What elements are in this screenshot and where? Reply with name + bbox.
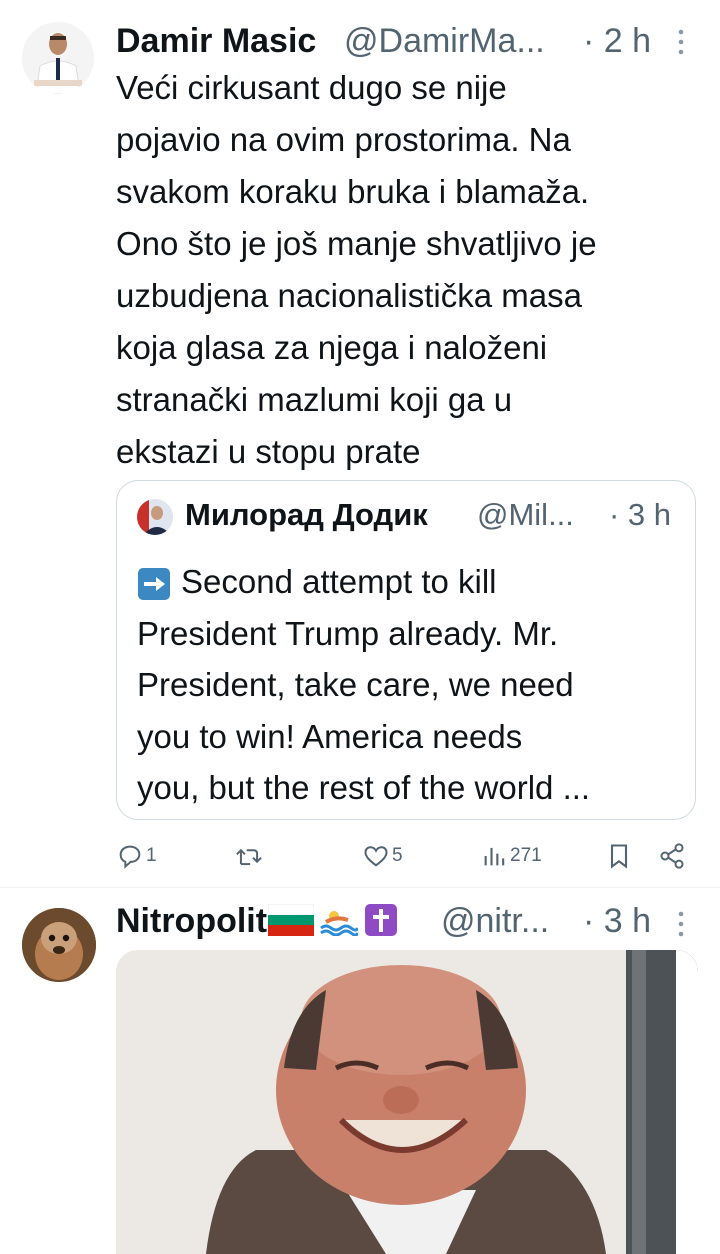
swimmer-icon	[320, 904, 360, 937]
tweet-text: Veći cirkusant dugo se nije pojavio na o…	[116, 62, 706, 478]
more-icon[interactable]	[676, 910, 686, 945]
avatar-dodik	[137, 499, 173, 535]
avatar-damir[interactable]	[22, 22, 94, 94]
author-handle[interactable]: @DamirMa...	[344, 22, 545, 61]
quote-author-name: Милорад Додик	[185, 497, 428, 532]
tweet-actions: 1 5 271	[116, 836, 696, 876]
bulgaria-flag-icon	[267, 903, 315, 937]
quote-text-line: President, take care, we need	[137, 666, 574, 703]
bookmark-button[interactable]	[606, 836, 632, 876]
tweet-text-line: pojavio na ovim prostorima. Na	[116, 121, 571, 158]
tweet-time[interactable]: · 2 h	[583, 22, 651, 61]
views-icon	[482, 842, 508, 870]
retweet-button[interactable]	[234, 836, 264, 876]
quoted-tweet[interactable]: Милорад Додик @Mil... · 3 h Second attem…	[116, 480, 696, 820]
retweet-icon	[234, 842, 264, 870]
tweet-time[interactable]: · 3 h	[583, 902, 651, 941]
author-name[interactable]: Damir Masic	[116, 22, 316, 61]
tweet-text-line: Ono što je još manje shvatljivo je	[116, 225, 597, 262]
bookmark-icon	[606, 842, 632, 870]
heart-icon	[362, 842, 390, 870]
avatar-nitropolit[interactable]	[22, 908, 96, 982]
arrow-right-emoji-icon	[137, 564, 171, 601]
like-count: 5	[392, 845, 403, 866]
views-button[interactable]: 271	[482, 836, 542, 876]
tweet-text-line: Veći cirkusant dugo se nije	[116, 69, 507, 106]
share-icon	[658, 842, 686, 870]
like-button[interactable]: 5	[362, 836, 403, 876]
author-name[interactable]: Nitropolit	[116, 902, 398, 941]
quote-text: Second attempt to kill President Trump a…	[137, 556, 682, 814]
more-icon[interactable]	[676, 28, 686, 63]
tweet-damir[interactable]: Damir Masic @DamirMa... · 2 h Veći cirku…	[0, 0, 720, 887]
quote-time: · 3 h	[609, 497, 672, 532]
share-button[interactable]	[658, 836, 686, 876]
tweet-text-line: koja glasa za njega i naloženi	[116, 329, 548, 366]
tweet-text-line: uzbudjena nacionalistička masa	[116, 277, 582, 314]
quote-author-handle: @Mil...	[477, 497, 574, 532]
author-name-text: Nitropolit	[116, 902, 268, 940]
tweet-media-image[interactable]	[116, 950, 698, 1254]
quote-text-line: Second attempt to kill	[181, 563, 497, 600]
reply-icon	[116, 842, 144, 870]
views-count: 271	[510, 845, 542, 866]
latin-cross-icon	[364, 903, 398, 937]
quote-text-line: you to win! America needs	[137, 717, 523, 755]
tweet-text-line: ekstazi u stopu prate	[116, 433, 421, 470]
tweet-text-line: stranački mazlumi koji ga u	[116, 381, 513, 418]
reply-button[interactable]: 1	[116, 836, 157, 876]
reply-count: 1	[146, 845, 157, 866]
tweet-text-line: svakom koraku bruka i blamaža.	[116, 173, 590, 210]
quote-text-line: you, but the rest of the world ...	[137, 769, 591, 806]
quote-text-line: President Trump already. Mr.	[137, 614, 559, 652]
author-handle[interactable]: @nitr...	[441, 902, 549, 941]
